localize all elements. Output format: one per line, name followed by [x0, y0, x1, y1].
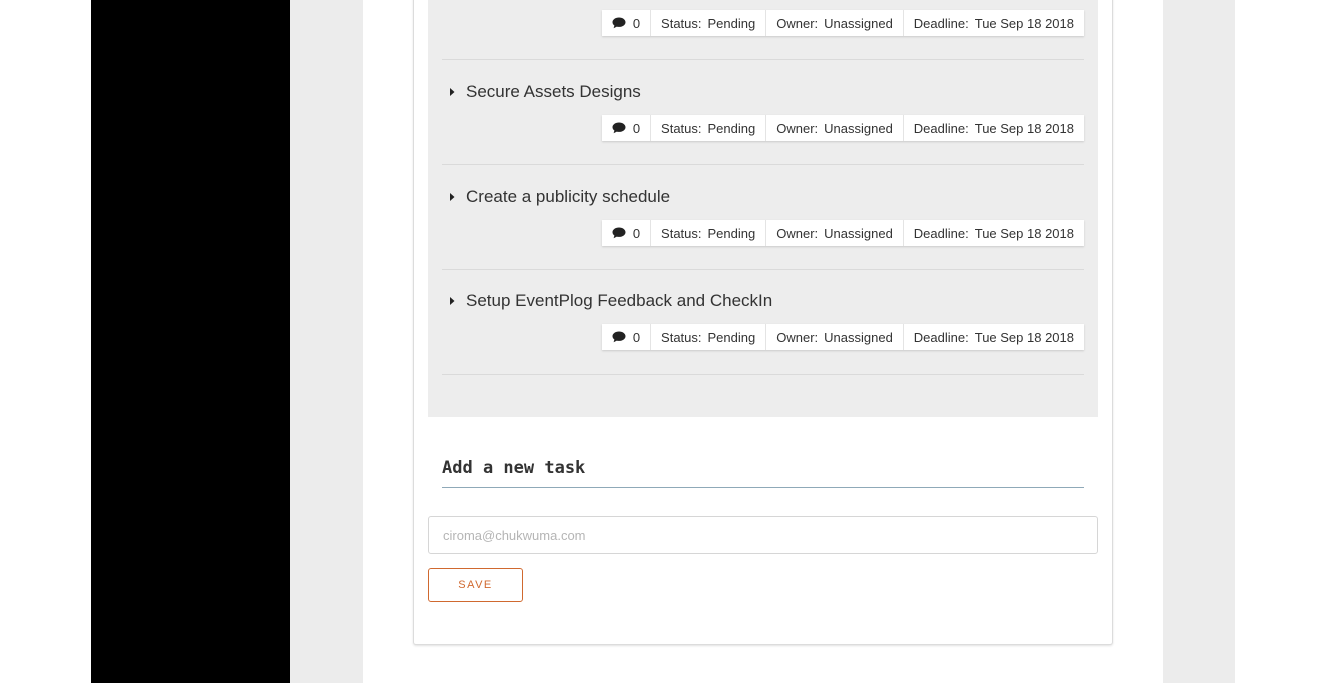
- deadline-label: Deadline:: [913, 329, 969, 345]
- comment-icon: [612, 122, 626, 134]
- status-label: Status:: [661, 225, 702, 241]
- divider: [442, 269, 1084, 270]
- deadline-cell: Deadline: Tue Sep 18 2018: [902, 10, 1084, 36]
- comment-icon: [612, 17, 626, 29]
- email-field[interactable]: [428, 516, 1098, 554]
- deadline-value: Tue Sep 18 2018: [974, 225, 1074, 241]
- status-value: Pending: [707, 329, 756, 345]
- owner-label: Owner:: [776, 15, 819, 31]
- task-list: 0 Status: Pending Owner: Unassigned Deadli…: [428, 0, 1098, 417]
- owner-cell: Owner: Unassigned: [765, 115, 903, 141]
- task-title-toggle[interactable]: Setup EventPlog Feedback and CheckIn: [442, 289, 772, 313]
- add-task-heading: Add a new task: [442, 456, 1084, 488]
- owner-cell: Owner: Unassigned: [765, 324, 903, 350]
- owner-value: Unassigned: [824, 120, 893, 136]
- status-cell: Status: Pending: [650, 115, 765, 141]
- divider: [442, 59, 1084, 60]
- sidebar-panel: [91, 0, 290, 683]
- owner-cell: Owner: Unassigned: [765, 10, 903, 36]
- comment-count[interactable]: 0: [602, 115, 650, 141]
- status-label: Status:: [661, 329, 702, 345]
- comment-count[interactable]: 0: [602, 220, 650, 246]
- task-title-toggle[interactable]: Secure Assets Designs: [442, 80, 641, 104]
- status-value: Pending: [707, 15, 756, 31]
- status-value: Pending: [707, 120, 756, 136]
- caret-right-icon: [447, 87, 457, 97]
- status-cell: Status: Pending: [650, 324, 765, 350]
- status-label: Status:: [661, 15, 702, 31]
- deadline-label: Deadline:: [913, 120, 969, 136]
- deadline-value: Tue Sep 18 2018: [974, 329, 1074, 345]
- deadline-value: Tue Sep 18 2018: [974, 120, 1074, 136]
- comment-icon: [612, 227, 626, 239]
- comment-count[interactable]: 0: [602, 10, 650, 36]
- owner-cell: Owner: Unassigned: [765, 220, 903, 246]
- comment-count-value: 0: [632, 225, 641, 241]
- task-meta: 0 Status: Pending Owner: Unassigned Deadli…: [601, 10, 1084, 36]
- owner-value: Unassigned: [824, 225, 893, 241]
- status-label: Status:: [661, 120, 702, 136]
- caret-right-icon: [447, 296, 457, 306]
- comment-count[interactable]: 0: [602, 324, 650, 350]
- status-cell: Status: Pending: [650, 10, 765, 36]
- save-button[interactable]: SAVE: [428, 568, 523, 602]
- task-title-toggle[interactable]: Create a publicity schedule: [442, 185, 670, 209]
- owner-label: Owner:: [776, 225, 819, 241]
- task-title: Secure Assets Designs: [466, 82, 641, 101]
- status-value: Pending: [707, 225, 756, 241]
- deadline-cell: Deadline: Tue Sep 18 2018: [902, 220, 1084, 246]
- deadline-label: Deadline:: [913, 15, 969, 31]
- task-meta: 0 Status: Pending Owner: Unassigned Deadli…: [601, 220, 1084, 246]
- deadline-label: Deadline:: [913, 225, 969, 241]
- comment-icon: [612, 331, 626, 343]
- deadline-value: Tue Sep 18 2018: [974, 15, 1074, 31]
- owner-label: Owner:: [776, 120, 819, 136]
- comment-count-value: 0: [632, 120, 641, 136]
- deadline-cell: Deadline: Tue Sep 18 2018: [902, 324, 1084, 350]
- task-meta: 0 Status: Pending Owner: Unassigned Deadli…: [601, 324, 1084, 350]
- status-cell: Status: Pending: [650, 220, 765, 246]
- comment-count-value: 0: [632, 15, 641, 31]
- caret-right-icon: [447, 192, 457, 202]
- comment-count-value: 0: [632, 329, 641, 345]
- owner-value: Unassigned: [824, 15, 893, 31]
- task-meta: 0 Status: Pending Owner: Unassigned Deadli…: [601, 115, 1084, 141]
- owner-value: Unassigned: [824, 329, 893, 345]
- deadline-cell: Deadline: Tue Sep 18 2018: [902, 115, 1084, 141]
- task-title: Setup EventPlog Feedback and CheckIn: [466, 291, 773, 310]
- task-title: Create a publicity schedule: [466, 187, 671, 206]
- owner-label: Owner:: [776, 329, 819, 345]
- divider: [442, 164, 1084, 165]
- divider: [442, 374, 1084, 375]
